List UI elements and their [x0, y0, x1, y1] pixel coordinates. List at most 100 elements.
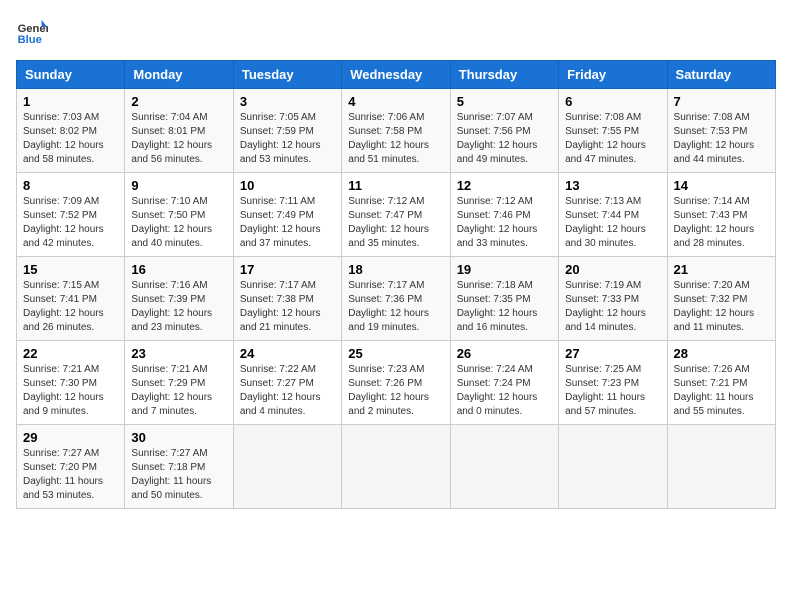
- calendar-cell: 10 Sunrise: 7:11 AM Sunset: 7:49 PM Dayl…: [233, 173, 341, 257]
- calendar-cell: 30 Sunrise: 7:27 AM Sunset: 7:18 PM Dayl…: [125, 425, 233, 509]
- day-detail: Sunrise: 7:04 AM Sunset: 8:01 PM Dayligh…: [131, 111, 226, 167]
- calendar-cell: 8 Sunrise: 7:09 AM Sunset: 7:52 PM Dayli…: [17, 173, 125, 257]
- day-number: 4: [348, 94, 443, 109]
- day-detail: Sunrise: 7:17 AM Sunset: 7:38 PM Dayligh…: [240, 279, 335, 335]
- day-number: 15: [23, 262, 118, 277]
- calendar-week-row: 8 Sunrise: 7:09 AM Sunset: 7:52 PM Dayli…: [17, 173, 776, 257]
- day-detail: Sunrise: 7:15 AM Sunset: 7:41 PM Dayligh…: [23, 279, 118, 335]
- calendar-cell: 14 Sunrise: 7:14 AM Sunset: 7:43 PM Dayl…: [667, 173, 775, 257]
- day-detail: Sunrise: 7:27 AM Sunset: 7:20 PM Dayligh…: [23, 447, 118, 503]
- weekday-header: Sunday: [17, 61, 125, 89]
- day-number: 13: [565, 178, 660, 193]
- calendar-cell: 26 Sunrise: 7:24 AM Sunset: 7:24 PM Dayl…: [450, 341, 558, 425]
- day-number: 3: [240, 94, 335, 109]
- calendar-cell: 5 Sunrise: 7:07 AM Sunset: 7:56 PM Dayli…: [450, 89, 558, 173]
- calendar-week-row: 29 Sunrise: 7:27 AM Sunset: 7:20 PM Dayl…: [17, 425, 776, 509]
- weekday-header: Saturday: [667, 61, 775, 89]
- day-number: 28: [674, 346, 769, 361]
- day-detail: Sunrise: 7:18 AM Sunset: 7:35 PM Dayligh…: [457, 279, 552, 335]
- day-number: 10: [240, 178, 335, 193]
- calendar-cell: 9 Sunrise: 7:10 AM Sunset: 7:50 PM Dayli…: [125, 173, 233, 257]
- day-number: 8: [23, 178, 118, 193]
- day-detail: Sunrise: 7:03 AM Sunset: 8:02 PM Dayligh…: [23, 111, 118, 167]
- calendar-cell: 20 Sunrise: 7:19 AM Sunset: 7:33 PM Dayl…: [559, 257, 667, 341]
- day-detail: Sunrise: 7:24 AM Sunset: 7:24 PM Dayligh…: [457, 363, 552, 419]
- day-detail: Sunrise: 7:13 AM Sunset: 7:44 PM Dayligh…: [565, 195, 660, 251]
- day-detail: Sunrise: 7:05 AM Sunset: 7:59 PM Dayligh…: [240, 111, 335, 167]
- calendar-cell: 12 Sunrise: 7:12 AM Sunset: 7:46 PM Dayl…: [450, 173, 558, 257]
- day-detail: Sunrise: 7:26 AM Sunset: 7:21 PM Dayligh…: [674, 363, 769, 419]
- day-number: 6: [565, 94, 660, 109]
- day-detail: Sunrise: 7:12 AM Sunset: 7:47 PM Dayligh…: [348, 195, 443, 251]
- day-number: 24: [240, 346, 335, 361]
- day-detail: Sunrise: 7:14 AM Sunset: 7:43 PM Dayligh…: [674, 195, 769, 251]
- calendar-cell: 21 Sunrise: 7:20 AM Sunset: 7:32 PM Dayl…: [667, 257, 775, 341]
- day-detail: Sunrise: 7:16 AM Sunset: 7:39 PM Dayligh…: [131, 279, 226, 335]
- calendar-header-row: SundayMondayTuesdayWednesdayThursdayFrid…: [17, 61, 776, 89]
- day-detail: Sunrise: 7:27 AM Sunset: 7:18 PM Dayligh…: [131, 447, 226, 503]
- calendar-cell: 22 Sunrise: 7:21 AM Sunset: 7:30 PM Dayl…: [17, 341, 125, 425]
- calendar-cell: [450, 425, 558, 509]
- day-detail: Sunrise: 7:23 AM Sunset: 7:26 PM Dayligh…: [348, 363, 443, 419]
- calendar-cell: 19 Sunrise: 7:18 AM Sunset: 7:35 PM Dayl…: [450, 257, 558, 341]
- calendar-body: 1 Sunrise: 7:03 AM Sunset: 8:02 PM Dayli…: [17, 89, 776, 509]
- weekday-header: Friday: [559, 61, 667, 89]
- day-number: 22: [23, 346, 118, 361]
- calendar-cell: 1 Sunrise: 7:03 AM Sunset: 8:02 PM Dayli…: [17, 89, 125, 173]
- calendar-cell: 2 Sunrise: 7:04 AM Sunset: 8:01 PM Dayli…: [125, 89, 233, 173]
- calendar-cell: 3 Sunrise: 7:05 AM Sunset: 7:59 PM Dayli…: [233, 89, 341, 173]
- calendar-cell: 29 Sunrise: 7:27 AM Sunset: 7:20 PM Dayl…: [17, 425, 125, 509]
- calendar-cell: 24 Sunrise: 7:22 AM Sunset: 7:27 PM Dayl…: [233, 341, 341, 425]
- calendar-cell: 4 Sunrise: 7:06 AM Sunset: 7:58 PM Dayli…: [342, 89, 450, 173]
- logo: General Blue: [16, 16, 48, 48]
- day-detail: Sunrise: 7:21 AM Sunset: 7:29 PM Dayligh…: [131, 363, 226, 419]
- logo-icon: General Blue: [16, 16, 48, 48]
- calendar-cell: 7 Sunrise: 7:08 AM Sunset: 7:53 PM Dayli…: [667, 89, 775, 173]
- calendar-cell: [342, 425, 450, 509]
- calendar-cell: 6 Sunrise: 7:08 AM Sunset: 7:55 PM Dayli…: [559, 89, 667, 173]
- weekday-header: Wednesday: [342, 61, 450, 89]
- day-number: 27: [565, 346, 660, 361]
- day-detail: Sunrise: 7:09 AM Sunset: 7:52 PM Dayligh…: [23, 195, 118, 251]
- day-number: 23: [131, 346, 226, 361]
- calendar-cell: 13 Sunrise: 7:13 AM Sunset: 7:44 PM Dayl…: [559, 173, 667, 257]
- day-number: 19: [457, 262, 552, 277]
- page-header: General Blue: [16, 16, 776, 48]
- day-number: 2: [131, 94, 226, 109]
- day-detail: Sunrise: 7:17 AM Sunset: 7:36 PM Dayligh…: [348, 279, 443, 335]
- weekday-header: Tuesday: [233, 61, 341, 89]
- calendar-cell: 16 Sunrise: 7:16 AM Sunset: 7:39 PM Dayl…: [125, 257, 233, 341]
- day-number: 30: [131, 430, 226, 445]
- day-number: 16: [131, 262, 226, 277]
- weekday-header: Monday: [125, 61, 233, 89]
- day-detail: Sunrise: 7:12 AM Sunset: 7:46 PM Dayligh…: [457, 195, 552, 251]
- calendar-week-row: 15 Sunrise: 7:15 AM Sunset: 7:41 PM Dayl…: [17, 257, 776, 341]
- day-detail: Sunrise: 7:20 AM Sunset: 7:32 PM Dayligh…: [674, 279, 769, 335]
- day-number: 11: [348, 178, 443, 193]
- day-number: 18: [348, 262, 443, 277]
- calendar-cell: 11 Sunrise: 7:12 AM Sunset: 7:47 PM Dayl…: [342, 173, 450, 257]
- day-detail: Sunrise: 7:08 AM Sunset: 7:53 PM Dayligh…: [674, 111, 769, 167]
- calendar-table: SundayMondayTuesdayWednesdayThursdayFrid…: [16, 60, 776, 509]
- calendar-cell: [233, 425, 341, 509]
- day-detail: Sunrise: 7:10 AM Sunset: 7:50 PM Dayligh…: [131, 195, 226, 251]
- calendar-cell: 15 Sunrise: 7:15 AM Sunset: 7:41 PM Dayl…: [17, 257, 125, 341]
- day-detail: Sunrise: 7:25 AM Sunset: 7:23 PM Dayligh…: [565, 363, 660, 419]
- day-detail: Sunrise: 7:21 AM Sunset: 7:30 PM Dayligh…: [23, 363, 118, 419]
- day-number: 25: [348, 346, 443, 361]
- day-number: 9: [131, 178, 226, 193]
- calendar-week-row: 1 Sunrise: 7:03 AM Sunset: 8:02 PM Dayli…: [17, 89, 776, 173]
- day-number: 29: [23, 430, 118, 445]
- calendar-cell: [559, 425, 667, 509]
- day-number: 21: [674, 262, 769, 277]
- calendar-cell: 27 Sunrise: 7:25 AM Sunset: 7:23 PM Dayl…: [559, 341, 667, 425]
- day-number: 12: [457, 178, 552, 193]
- svg-text:Blue: Blue: [18, 34, 42, 46]
- weekday-header: Thursday: [450, 61, 558, 89]
- day-number: 5: [457, 94, 552, 109]
- day-detail: Sunrise: 7:22 AM Sunset: 7:27 PM Dayligh…: [240, 363, 335, 419]
- day-number: 1: [23, 94, 118, 109]
- day-detail: Sunrise: 7:19 AM Sunset: 7:33 PM Dayligh…: [565, 279, 660, 335]
- day-number: 17: [240, 262, 335, 277]
- calendar-cell: 17 Sunrise: 7:17 AM Sunset: 7:38 PM Dayl…: [233, 257, 341, 341]
